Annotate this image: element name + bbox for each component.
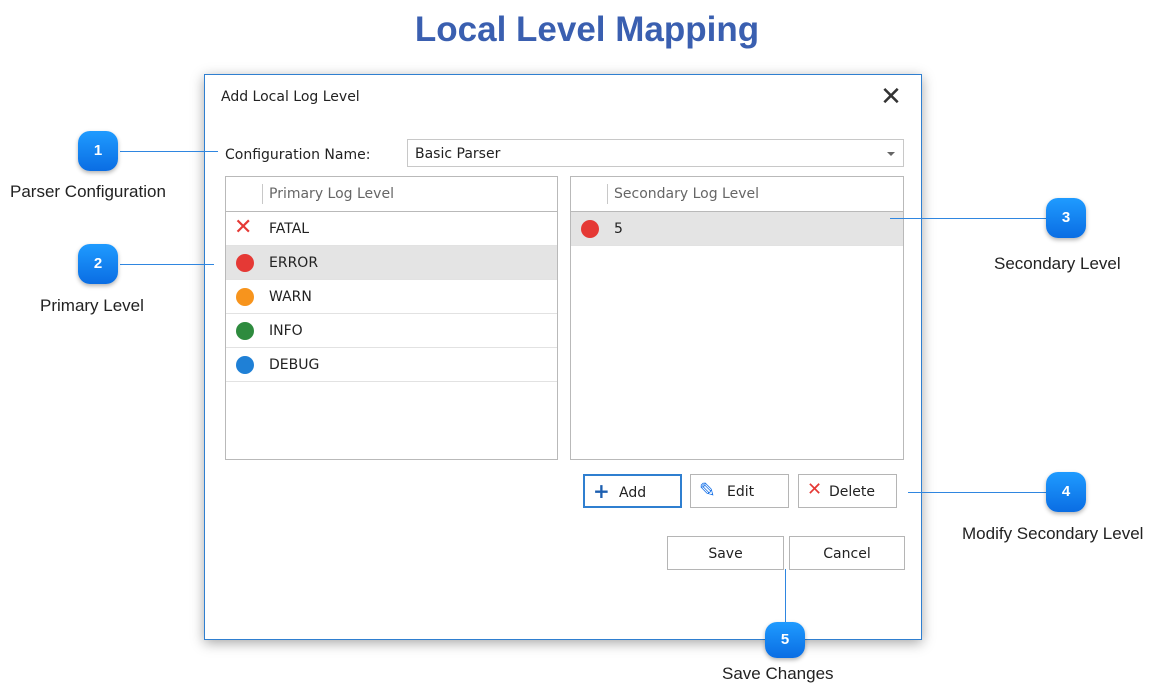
primary-level-label: WARN [269,289,312,305]
list-item[interactable]: DEBUG [226,348,557,382]
callout-connector [785,569,786,622]
primary-level-label: FATAL [269,221,310,237]
delete-button-label: Delete [829,484,875,500]
edit-button[interactable]: ✎ Edit [690,474,789,508]
dot-icon [236,356,254,374]
add-button[interactable]: + Add [583,474,682,508]
cancel-button-label: Cancel [823,546,871,562]
callout-label-primary-level: Primary Level [40,296,144,315]
add-local-log-level-dialog: Add Local Log Level ✕ Configuration Name… [204,74,922,640]
configuration-name-value: Basic Parser [415,146,501,162]
primary-level-label: DEBUG [269,357,320,373]
chevron-down-icon [887,152,895,156]
callout-connector [890,218,1046,219]
list-item[interactable]: WARN [226,280,557,314]
edit-button-label: Edit [727,484,755,500]
primary-log-level-grid: Primary Log Level ✕ FATAL ERROR WARN INF… [225,176,558,460]
plus-icon: + [593,479,610,503]
callout-label-parser-configuration: Parser Configuration [10,182,166,201]
delete-button[interactable]: ✕ Delete [798,474,897,508]
add-button-label: Add [619,485,647,501]
save-button-label: Save [708,546,743,562]
callout-badge-4: 4 [1046,472,1086,512]
callout-label-modify-secondary-level: Modify Secondary Level [962,524,1144,543]
primary-grid-header: Primary Log Level [226,177,557,212]
callout-connector [120,264,214,265]
callout-label-save-changes: Save Changes [722,664,834,683]
column-separator [607,184,608,204]
callout-label-secondary-level: Secondary Level [994,254,1121,273]
dialog-title: Add Local Log Level [221,89,360,105]
dot-icon [236,288,254,306]
list-item[interactable]: INFO [226,314,557,348]
configuration-name-select[interactable]: Basic Parser [407,139,904,167]
callout-badge-5: 5 [765,622,805,658]
primary-log-level-header: Primary Log Level [269,186,394,202]
list-item[interactable]: ✕ FATAL [226,212,557,246]
list-item[interactable]: ERROR [226,246,557,280]
dot-icon [581,220,599,238]
page-title: Local Level Mapping [414,10,760,49]
callout-badge-2: 2 [78,244,118,284]
list-item[interactable]: 5 [571,212,903,246]
secondary-level-label: 5 [614,221,623,237]
configuration-name-label: Configuration Name: [225,147,371,163]
x-icon: ✕ [234,215,253,240]
pencil-icon: ✎ [699,478,716,502]
secondary-log-level-header: Secondary Log Level [614,186,760,202]
primary-level-label: INFO [269,323,303,339]
save-button[interactable]: Save [667,536,784,570]
column-separator [262,184,263,204]
callout-connector [908,492,1046,493]
callout-connector [120,151,218,152]
x-icon: ✕ [807,479,823,500]
callout-badge-3: 3 [1046,198,1086,238]
secondary-grid-header: Secondary Log Level [571,177,903,212]
primary-level-label: ERROR [269,255,319,271]
dot-icon [236,254,254,272]
cancel-button[interactable]: Cancel [789,536,905,570]
secondary-log-level-grid: Secondary Log Level 5 [570,176,904,460]
dot-icon [236,322,254,340]
close-icon[interactable]: ✕ [877,83,905,111]
callout-badge-1: 1 [78,131,118,171]
